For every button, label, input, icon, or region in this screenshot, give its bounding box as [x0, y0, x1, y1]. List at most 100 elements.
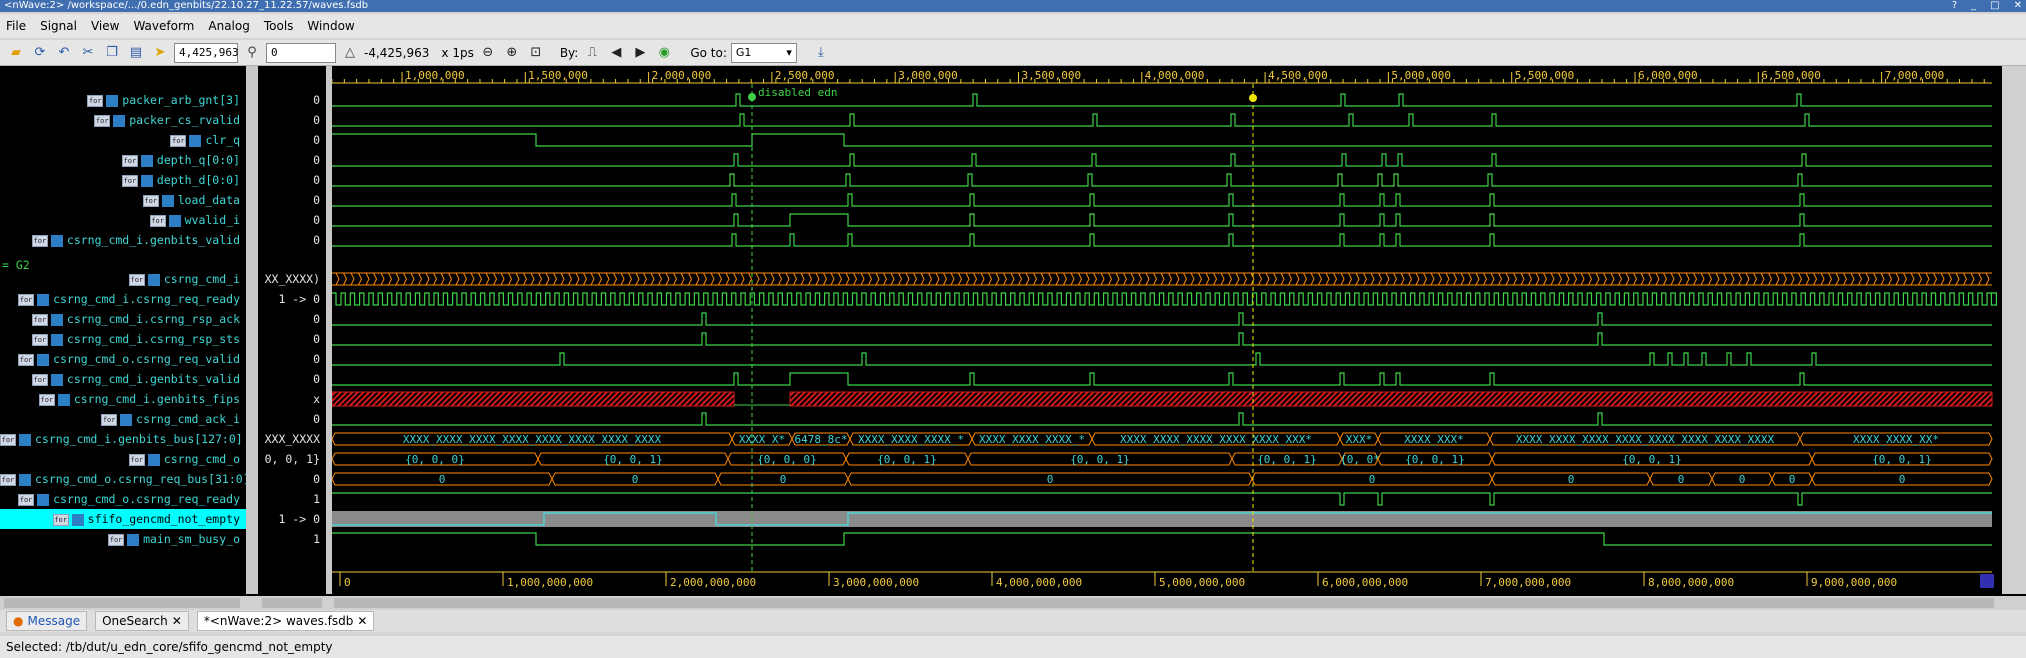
signal-row[interactable]: for csrng_cmd_o.csrng_req_valid — [0, 349, 246, 369]
zoom-in-icon[interactable]: ⊕ — [502, 43, 522, 63]
bus-transition — [1153, 272, 1158, 286]
signal-value: 0 — [313, 93, 320, 107]
signal-port-icon — [189, 134, 202, 147]
signal-pane-splitter[interactable] — [246, 66, 258, 594]
cut-icon[interactable]: ✂ — [78, 43, 98, 63]
bus-transition — [335, 272, 340, 286]
bus-transition — [635, 272, 640, 286]
bus-transition — [823, 272, 828, 286]
menu-view[interactable]: View — [91, 19, 119, 33]
signal-row[interactable]: for depth_d[0:0] — [0, 170, 246, 190]
signal-row[interactable]: for csrng_cmd_o.csrng_req_bus[31:0] — [0, 469, 250, 489]
menu-analog[interactable]: Analog — [208, 19, 249, 33]
download-icon[interactable]: ⤓ — [811, 43, 831, 63]
bus-transition — [485, 272, 490, 286]
tab-message[interactable]: ● Message — [6, 611, 88, 631]
signal-row[interactable]: for csrng_cmd_i.csrng_rsp_ack — [0, 309, 246, 329]
delta-icon[interactable]: △ — [340, 43, 360, 63]
bus-transition — [1640, 272, 1645, 286]
signal-row[interactable]: for load_data — [0, 190, 246, 210]
signal-scroll-thumb[interactable] — [4, 598, 240, 608]
cursor-dot — [1249, 94, 1257, 102]
copy-icon[interactable]: ❐ — [102, 43, 122, 63]
signal-row[interactable]: for csrng_cmd_i.genbits_valid — [0, 369, 246, 389]
digital-wave — [332, 372, 1992, 386]
cursor-time-input[interactable]: 4,425,963 — [174, 42, 239, 63]
signal-row[interactable]: for csrng_cmd_i.genbits_valid — [0, 230, 246, 250]
waveform-pane[interactable]: 1,000,000 1,500,000 2,000,000 2,500,000 3,00… — [332, 66, 2002, 594]
goto-select[interactable]: G1 ▾ — [730, 42, 797, 63]
signal-row[interactable]: for packer_cs_rvalid — [0, 110, 246, 130]
menu-tools[interactable]: Tools — [264, 19, 294, 33]
bus-transition — [373, 272, 378, 286]
tab-onesearch[interactable]: OneSearch ✕ — [95, 611, 189, 631]
search-prev-icon[interactable]: ◀ — [606, 43, 626, 63]
tab-nwave[interactable]: *<nWave:2> waves.fsdb ✕ — [196, 611, 375, 631]
bus-transition — [1723, 272, 1728, 286]
ruler-label: 8,000,000,000 — [1648, 576, 1734, 589]
vertical-scrollbar[interactable] — [2002, 66, 2026, 594]
signal-row[interactable]: for packer_arb_gnt[3] — [0, 90, 246, 110]
digital-wave — [332, 492, 1992, 506]
ruler-label: 5,000,000,000 — [1159, 576, 1245, 589]
edge-search-icon[interactable]: ⎍ — [582, 43, 602, 63]
signal-row[interactable]: for depth_q[0:0] — [0, 150, 246, 170]
menu-waveform[interactable]: Waveform — [133, 19, 194, 33]
wave-scroll-thumb[interactable] — [334, 598, 1994, 608]
bus-transition — [1160, 272, 1165, 286]
bus-transition — [1573, 272, 1578, 286]
zoom-out-icon[interactable]: ⊖ — [478, 43, 498, 63]
signal-name: csrng_cmd_ack_i — [136, 412, 240, 426]
help-icon[interactable]: ? — [1952, 0, 1957, 12]
open-folder-icon[interactable]: ▰ — [6, 43, 26, 63]
maximize-icon[interactable]: □ — [1990, 0, 1999, 12]
bus-transition — [1588, 272, 1593, 286]
cursor-icon[interactable]: ➤ — [150, 43, 170, 63]
bus-transition — [1040, 272, 1045, 286]
search-green-icon[interactable]: ◉ — [654, 43, 674, 63]
digital-wave — [332, 153, 1992, 167]
bus-transition — [718, 272, 723, 286]
signal-row[interactable]: for wvalid_i — [0, 210, 246, 230]
bus-transition — [815, 272, 820, 286]
signal-name-pane: for packer_arb_gnt[3] for packer_cs_rvalid f… — [0, 66, 250, 594]
close-icon[interactable]: ✕ — [172, 614, 182, 628]
waveform-canvas[interactable]: 1,000,000 1,500,000 2,000,000 2,500,000 3,00… — [332, 66, 2002, 594]
menu-window[interactable]: Window — [307, 19, 354, 33]
signal-row[interactable]: for main_sm_busy_o — [0, 529, 246, 549]
signal-value: XXX_XXXX — [264, 432, 320, 446]
signal-row[interactable]: for csrng_cmd_i — [0, 269, 246, 289]
marker-time-input[interactable]: 0 — [266, 42, 336, 63]
bus-transition — [470, 272, 475, 286]
menu-signal[interactable]: Signal — [40, 19, 77, 33]
signal-row[interactable]: for csrng_cmd_ack_i — [0, 409, 246, 429]
zoom-fit-icon[interactable]: ⊡ — [526, 43, 546, 63]
signal-row[interactable]: for csrng_cmd_i.csrng_rsp_sts — [0, 329, 246, 349]
bus-transition — [1865, 272, 1870, 286]
signal-row[interactable]: for csrng_cmd_o.csrng_req_ready — [0, 489, 246, 509]
marker-icon[interactable]: ⚲ — [242, 43, 262, 63]
digital-wave — [332, 352, 1992, 366]
value-scroll-thumb[interactable] — [262, 598, 322, 608]
signal-row[interactable]: for csrng_cmd_o — [0, 449, 246, 469]
menu-file[interactable]: File — [6, 19, 26, 33]
minimize-icon[interactable]: _ — [1971, 0, 1976, 12]
bus-transition — [1168, 272, 1173, 286]
signal-name: packer_arb_gnt[3] — [122, 93, 240, 107]
bus-transition — [920, 272, 925, 286]
reload-icon[interactable]: ⟳ — [30, 43, 50, 63]
close-icon[interactable]: ✕ — [357, 614, 367, 628]
signal-row[interactable]: for clr_q — [0, 130, 246, 150]
close-icon[interactable]: ✕ — [2014, 0, 2022, 12]
undo-icon[interactable]: ↶ — [54, 43, 74, 63]
signal-row[interactable]: for csrng_cmd_i.genbits_fips — [0, 389, 246, 409]
signal-row[interactable]: for csrng_cmd_i.genbits_bus[127:0] — [0, 429, 246, 449]
signal-row[interactable]: for sfifo_gencmd_not_empty — [0, 509, 246, 529]
horizontal-scrollbar[interactable] — [0, 596, 2026, 610]
paste-icon[interactable]: ▤ — [126, 43, 146, 63]
search-next-icon[interactable]: ▶ — [630, 43, 650, 63]
signal-name: csrng_cmd_o.csrng_req_valid — [53, 352, 240, 366]
bus-transition — [1078, 272, 1083, 286]
signal-name: csrng_cmd_i.genbits_valid — [66, 233, 240, 247]
signal-row[interactable]: for csrng_cmd_i.csrng_req_ready — [0, 289, 246, 309]
